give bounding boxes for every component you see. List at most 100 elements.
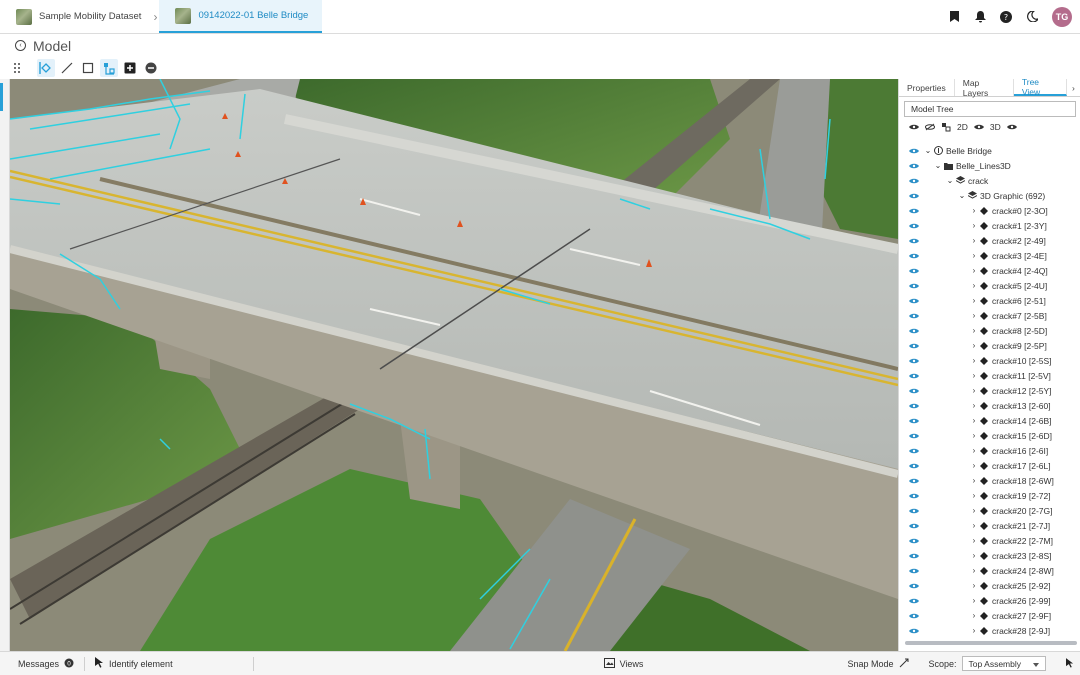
select-tool-icon[interactable] <box>37 59 55 77</box>
eye-icon[interactable] <box>909 313 919 319</box>
breadcrumb-current[interactable]: 09142022-01 Belle Bridge <box>159 0 323 33</box>
tree-node-crack-item[interactable]: › crack#5 [2-4U] <box>899 278 1080 293</box>
views-button[interactable]: Views <box>594 652 654 675</box>
eye-icon[interactable] <box>909 343 919 349</box>
eye-icon[interactable] <box>909 628 919 634</box>
tree-node-crack-item[interactable]: › crack#13 [2-60] <box>899 398 1080 413</box>
chevron-right-icon[interactable]: › <box>969 371 979 380</box>
tree-node-crack-item[interactable]: › crack#9 [2-5P] <box>899 338 1080 353</box>
chevron-right-icon[interactable]: › <box>969 446 979 455</box>
eye-icon[interactable] <box>909 253 919 259</box>
eye-icon[interactable] <box>909 463 919 469</box>
chevron-right-icon[interactable]: › <box>969 401 979 410</box>
eye-icon[interactable] <box>909 238 919 244</box>
eye-icon[interactable] <box>909 523 919 529</box>
scope-select[interactable]: Top Assembly <box>961 656 1046 671</box>
tree-node-crack-item[interactable]: › crack#18 [2-6W] <box>899 473 1080 488</box>
snap-mode-button[interactable]: Snap Mode <box>837 652 918 675</box>
chevron-right-icon[interactable]: › <box>969 506 979 515</box>
chevron-right-icon[interactable]: › <box>969 566 979 575</box>
chevron-right-icon[interactable]: › <box>969 536 979 545</box>
eye-icon[interactable] <box>909 223 919 229</box>
tree-node-crack-item[interactable]: › crack#14 [2-6B] <box>899 413 1080 428</box>
chevron-right-icon[interactable]: › <box>969 476 979 485</box>
chevron-right-icon[interactable]: › <box>1067 79 1080 96</box>
drag-grip-icon[interactable] <box>12 59 22 77</box>
eye-icon[interactable] <box>909 193 919 199</box>
tree-node-crack-item[interactable]: › crack#1 [2-3Y] <box>899 218 1080 233</box>
eye-icon[interactable] <box>909 358 919 364</box>
eye-icon[interactable] <box>909 373 919 379</box>
tree-node-crack-item[interactable]: › crack#17 [2-6L] <box>899 458 1080 473</box>
eye-icon[interactable] <box>909 148 919 154</box>
chevron-right-icon[interactable]: › <box>969 206 979 215</box>
tree-node-crack-item[interactable]: › crack#24 [2-8W] <box>899 563 1080 578</box>
eye-icon[interactable] <box>909 433 919 439</box>
breadcrumb-root[interactable]: Sample Mobility Dataset <box>0 0 151 33</box>
chevron-right-icon[interactable]: › <box>969 251 979 260</box>
back-arrow-icon[interactable]: ‹ <box>15 40 26 51</box>
tree-node-crack-item[interactable]: › crack#2 [2-49] <box>899 233 1080 248</box>
tree-node-crack-item[interactable]: › crack#3 [2-4E] <box>899 248 1080 263</box>
tree-node-crack-item[interactable]: › crack#25 [2-92] <box>899 578 1080 593</box>
tab-map-layers[interactable]: Map Layers <box>955 78 1014 98</box>
pointer-tool[interactable] <box>1056 652 1080 675</box>
chevron-right-icon[interactable]: › <box>969 266 979 275</box>
3d-viewport[interactable] <box>10 79 898 651</box>
chevron-right-icon[interactable]: › <box>969 386 979 395</box>
chevron-down-icon[interactable]: ⌄ <box>957 191 967 200</box>
chevron-right-icon[interactable]: › <box>969 581 979 590</box>
tree-node-crack-item[interactable]: › crack#11 [2-5V] <box>899 368 1080 383</box>
add-box-icon[interactable] <box>121 59 139 77</box>
chevron-right-icon[interactable]: › <box>969 311 979 320</box>
eye-icon[interactable] <box>909 388 919 394</box>
eye-icon[interactable] <box>909 328 919 334</box>
tree-node-crack-item[interactable]: › crack#16 [2-6I] <box>899 443 1080 458</box>
bookmark-icon[interactable] <box>948 11 960 23</box>
help-icon[interactable]: ? <box>1000 10 1012 23</box>
toggle-2d-eye-icon[interactable] <box>973 124 984 130</box>
eye-icon[interactable] <box>909 583 919 589</box>
chevron-right-icon[interactable]: › <box>969 491 979 500</box>
chevron-right-icon[interactable]: › <box>969 551 979 560</box>
tree-node-lines[interactable]: ⌄ Belle_Lines3D <box>899 158 1080 173</box>
eye-icon[interactable] <box>909 478 919 484</box>
eye-icon[interactable] <box>909 568 919 574</box>
toggle-2d-label[interactable]: 2D <box>957 122 968 132</box>
eye-icon[interactable] <box>909 283 919 289</box>
eye-icon[interactable] <box>909 268 919 274</box>
chevron-right-icon[interactable]: › <box>969 356 979 365</box>
eye-icon[interactable] <box>909 208 919 214</box>
chevron-right-icon[interactable]: › <box>969 626 979 635</box>
user-avatar[interactable]: TG <box>1052 6 1072 27</box>
tree-node-crack-item[interactable]: › crack#4 [2-4Q] <box>899 263 1080 278</box>
eye-icon[interactable] <box>909 538 919 544</box>
model-tree-select[interactable]: Model Tree <box>904 101 1076 117</box>
eye-icon[interactable] <box>909 553 919 559</box>
tree-node-crack-item[interactable]: › crack#20 [2-7G] <box>899 503 1080 518</box>
tree-node-crack-item[interactable]: › crack#26 [2-99] <box>899 593 1080 608</box>
tree-node-crack-item[interactable]: › crack#21 [2-7J] <box>899 518 1080 533</box>
chevron-down-icon[interactable]: ⌄ <box>945 176 955 185</box>
toggle-3d-label[interactable]: 3D <box>990 122 1001 132</box>
tree-node-graphic[interactable]: ⌄ 3D Graphic (692) <box>899 188 1080 203</box>
eye-icon[interactable] <box>909 613 919 619</box>
tree-node-crack-item[interactable]: › crack#7 [2-5B] <box>899 308 1080 323</box>
chevron-right-icon[interactable]: › <box>969 281 979 290</box>
chevron-right-icon[interactable]: › <box>969 341 979 350</box>
tree-node-crack-item[interactable]: › crack#22 [2-7M] <box>899 533 1080 548</box>
tree-node-crack-item[interactable]: › crack#10 [2-5S] <box>899 353 1080 368</box>
tree-node-root[interactable]: ⌄ Belle Bridge <box>899 143 1080 158</box>
chevron-down-icon[interactable]: ⌄ <box>923 146 933 155</box>
eye-icon[interactable] <box>909 418 919 424</box>
eye-icon[interactable] <box>909 403 919 409</box>
tree-node-crack-item[interactable]: › crack#19 [2-72] <box>899 488 1080 503</box>
eye-icon[interactable] <box>909 598 919 604</box>
chevron-right-icon[interactable]: › <box>969 521 979 530</box>
tree-node-crack-item[interactable]: › crack#23 [2-8S] <box>899 548 1080 563</box>
chevron-right-icon[interactable]: › <box>969 416 979 425</box>
identify-element-tool[interactable]: Identify element <box>85 652 183 675</box>
chevron-down-icon[interactable]: ⌄ <box>933 161 943 170</box>
remove-circle-icon[interactable] <box>142 59 160 77</box>
tree-node-crack-item[interactable]: › crack#27 [2-9F] <box>899 608 1080 623</box>
